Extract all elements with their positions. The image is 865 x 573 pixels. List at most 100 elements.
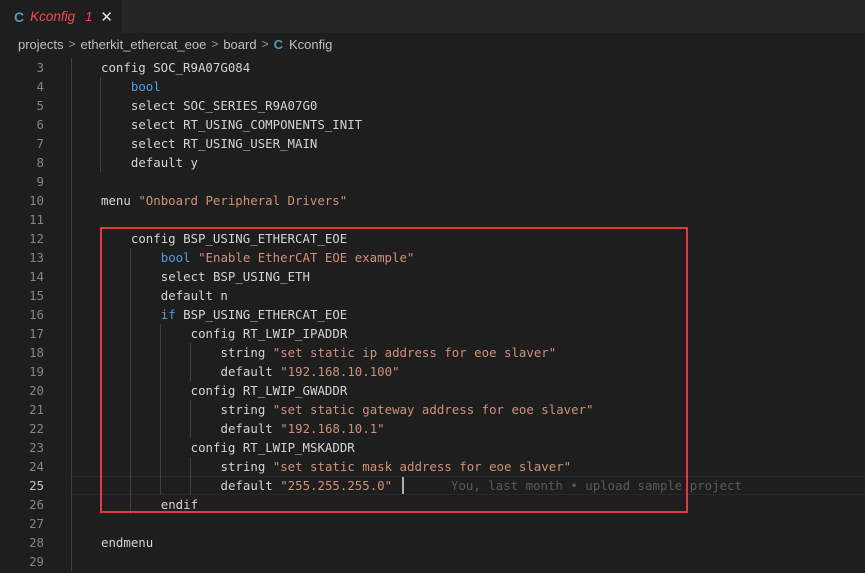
text-token: select BSP_USING_ETH: [160, 269, 310, 284]
tab-kconfig[interactable]: C Kconfig 1 ✕: [0, 0, 122, 33]
text-token: BSP_USING_ETHERCAT_EOE: [175, 307, 348, 322]
string-token: "192.168.10.1": [280, 421, 385, 436]
code-text: default "192.168.10.1": [221, 419, 385, 438]
code-text: bool "Enable EtherCAT EOE example": [161, 248, 415, 267]
text-token: default y: [130, 155, 199, 170]
code-line: 29: [0, 552, 865, 571]
line-number: 27: [29, 516, 44, 531]
string-token: "Enable EtherCAT EOE example": [198, 250, 415, 265]
code-text: default "192.168.10.100": [221, 362, 400, 381]
code-editor[interactable]: 3 config SOC_R9A07G084 4 bool 5 select SOC_SE…: [0, 57, 865, 573]
code-line: 10 menu "Onboard Peripheral Drivers": [0, 191, 865, 210]
string-token: "set static gateway address for eoe slav…: [272, 402, 594, 417]
text-token: config SOC_R9A07G084: [101, 60, 251, 75]
code-text: config RT_LWIP_IPADDR: [191, 324, 348, 343]
code-text: config RT_LWIP_MSKADDR: [191, 438, 355, 457]
text-token: default: [220, 364, 281, 379]
code-line: 11: [0, 210, 865, 229]
code-line: 7 select RT_USING_USER_MAIN: [0, 134, 865, 153]
code-line: 20 config RT_LWIP_GWADDR: [0, 381, 865, 400]
code-line: 15 default n: [0, 286, 865, 305]
line-number: 28: [29, 535, 44, 550]
code-line: 24 string "set static mask address for eo…: [0, 457, 865, 476]
breadcrumb: projects > etherkit_ethercat_eoe > board…: [0, 33, 865, 55]
code-line: 25 default "255.255.255.0" You, last month…: [0, 476, 865, 495]
tab-filename: Kconfig: [30, 9, 76, 24]
text-token: endif: [160, 497, 199, 512]
text-token: config BSP_USING_ETHERCAT_EOE: [130, 231, 348, 246]
line-number: 23: [29, 440, 44, 455]
line-number: 24: [29, 459, 44, 474]
breadcrumb-file[interactable]: Kconfig: [289, 37, 332, 52]
code-line: 23 config RT_LWIP_MSKADDR: [0, 438, 865, 457]
line-number: 6: [36, 117, 44, 132]
code-text: select RT_USING_COMPONENTS_INIT: [131, 115, 362, 134]
text-token: string: [220, 402, 273, 417]
keyword-token: bool: [130, 79, 161, 94]
line-number: 15: [29, 288, 44, 303]
line-number: 3: [36, 60, 44, 75]
line-number: 16: [29, 307, 44, 322]
line-number: 20: [29, 383, 44, 398]
chevron-right-icon: >: [68, 37, 76, 51]
close-icon[interactable]: ✕: [100, 8, 113, 26]
chevron-right-icon: >: [261, 37, 269, 51]
text-token: default n: [160, 288, 228, 303]
code-line: 12 config BSP_USING_ETHERCAT_EOE: [0, 229, 865, 248]
code-line: 26 endif: [0, 495, 865, 514]
code-line: 19 default "192.168.10.100": [0, 362, 865, 381]
code-text: select BSP_USING_ETH: [161, 267, 310, 286]
breadcrumb-board[interactable]: board: [223, 37, 256, 52]
code-text: endmenu: [101, 533, 153, 552]
code-text: default y: [131, 153, 198, 172]
text-token: select RT_USING_COMPONENTS_INIT: [130, 117, 363, 132]
code-text: config SOC_R9A07G084: [101, 58, 250, 77]
problem-count-badge: 1: [85, 9, 93, 24]
line-number: 13: [29, 250, 44, 265]
keyword-token: bool: [160, 250, 199, 265]
code-text: config BSP_USING_ETHERCAT_EOE: [131, 229, 347, 248]
code-text: select SOC_SERIES_R9A07G0: [131, 96, 318, 115]
code-line: 21 string "set static gateway address for…: [0, 400, 865, 419]
code-line: 28 endmenu: [0, 533, 865, 552]
string-token: "192.168.10.100": [280, 364, 400, 379]
text-token: default: [220, 421, 281, 436]
line-number: 10: [29, 193, 44, 208]
string-token: "Onboard Peripheral Drivers": [138, 193, 348, 208]
text-token: config RT_LWIP_GWADDR: [190, 383, 348, 398]
text-token: menu: [101, 193, 139, 208]
code-text: config RT_LWIP_GWADDR: [191, 381, 348, 400]
line-number: 12: [29, 231, 44, 246]
text-token: select SOC_SERIES_R9A07G0: [130, 98, 318, 113]
line-number: 4: [36, 79, 44, 94]
code-line: 14 select BSP_USING_ETH: [0, 267, 865, 286]
line-number: 5: [36, 98, 44, 113]
chevron-right-icon: >: [211, 37, 219, 51]
c-file-icon: C: [273, 36, 283, 52]
code-line: 3 config SOC_R9A07G084: [0, 58, 865, 77]
text-token: config RT_LWIP_IPADDR: [190, 326, 348, 341]
text-token: default: [220, 478, 281, 493]
line-number: 9: [36, 174, 44, 189]
code-line: 8 default y: [0, 153, 865, 172]
string-token: "set static ip address for eoe slaver": [272, 345, 557, 360]
code-line: 17 config RT_LWIP_IPADDR: [0, 324, 865, 343]
code-text: if BSP_USING_ETHERCAT_EOE: [161, 305, 348, 324]
breadcrumb-project-folder[interactable]: etherkit_ethercat_eoe: [81, 37, 207, 52]
line-number: 7: [36, 136, 44, 151]
text-token: config RT_LWIP_MSKADDR: [190, 440, 355, 455]
code-text: endif: [161, 495, 198, 514]
tab-bar: C Kconfig 1 ✕: [0, 0, 865, 33]
line-number: 11: [29, 212, 44, 227]
code-text: string "set static ip address for eoe sl…: [221, 343, 557, 362]
c-file-icon: C: [14, 8, 25, 25]
line-number: 18: [29, 345, 44, 360]
code-text: default "255.255.255.0": [221, 476, 393, 495]
line-number: 29: [29, 554, 44, 569]
code-line: 5 select SOC_SERIES_R9A07G0: [0, 96, 865, 115]
string-token: "set static mask address for eoe slaver": [272, 459, 572, 474]
breadcrumb-projects[interactable]: projects: [18, 37, 64, 52]
line-number: 21: [29, 402, 44, 417]
code-text: default n: [161, 286, 228, 305]
keyword-token: if: [160, 307, 176, 322]
